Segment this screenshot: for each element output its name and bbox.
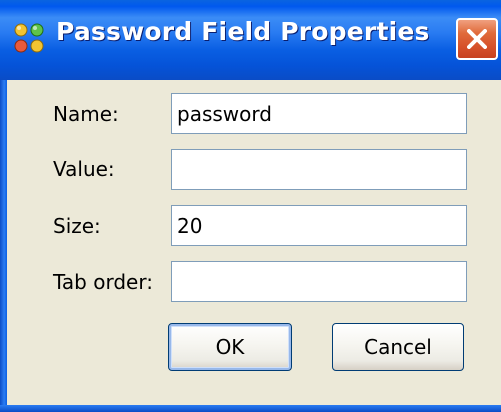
name-label: Name: (53, 102, 119, 126)
dots-grid-icon (14, 23, 44, 53)
title-bar[interactable]: Password Field Properties (0, 0, 501, 80)
window-frame-left (0, 80, 7, 412)
ok-button[interactable]: OK (168, 323, 292, 371)
value-field[interactable] (171, 149, 467, 190)
window-frame-bottom (0, 405, 501, 412)
close-icon (467, 29, 487, 49)
name-field[interactable] (171, 93, 467, 134)
close-button[interactable] (456, 18, 498, 60)
properties-dialog: Password Field Properties Name: Value: S… (0, 0, 501, 412)
tab-order-field[interactable] (171, 261, 467, 302)
size-label: Size: (53, 214, 101, 238)
tab-order-label: Tab order: (53, 270, 153, 294)
value-label: Value: (53, 157, 115, 181)
size-field[interactable] (171, 205, 467, 246)
cancel-button[interactable]: Cancel (332, 323, 464, 371)
window-title: Password Field Properties (56, 17, 430, 46)
